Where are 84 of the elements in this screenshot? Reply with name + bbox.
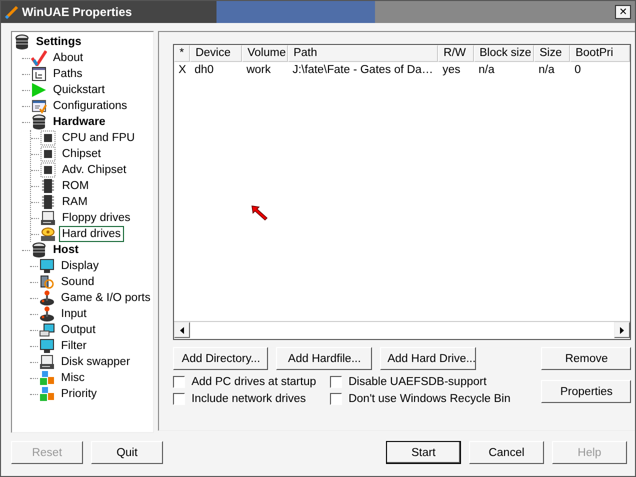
column-header[interactable]: Volume (242, 45, 288, 62)
table-cell-text: work (245, 63, 272, 78)
tree-item[interactable]: Quickstart (50, 82, 108, 98)
table-cell-text: dh0 (193, 63, 215, 78)
config-window-icon (31, 98, 47, 114)
column-header[interactable]: Path (288, 45, 438, 62)
checkbox[interactable] (330, 376, 342, 388)
checkbox[interactable] (173, 393, 186, 405)
column-header[interactable]: Block size (474, 45, 534, 62)
tree-item[interactable]: Filter (58, 338, 90, 354)
tree-item[interactable]: Hardware (50, 114, 108, 130)
button[interactable]: Add Hardfile... (276, 347, 372, 370)
tree-item[interactable]: Misc (58, 370, 88, 386)
joystick-icon (39, 306, 55, 322)
button[interactable]: Add Hard Drive... (380, 347, 476, 370)
checkbox-label[interactable]: Include network drives (191, 393, 306, 405)
memory-chip-icon (40, 178, 56, 194)
arrow-cursor-icon (251, 205, 270, 221)
drive-icon (40, 210, 56, 226)
button[interactable]: Add Directory... (173, 347, 268, 370)
button[interactable]: Start (386, 441, 461, 464)
column-header[interactable]: BootPri (570, 45, 630, 62)
checkbox-label[interactable]: Disable UAEFSDB-support (348, 376, 487, 388)
column-header[interactable]: Device (190, 45, 242, 62)
scroll-left-button[interactable] (174, 322, 190, 338)
column-header[interactable]: Size (534, 45, 570, 62)
table-cell-text: X (177, 63, 188, 78)
blocks-icon (39, 370, 55, 386)
disk-stack-icon (31, 114, 47, 130)
tree-item[interactable]: Input (58, 306, 90, 322)
button[interactable]: Remove (541, 347, 632, 370)
disk-stack-icon (31, 242, 47, 258)
tree-item[interactable]: Disk swapper (58, 354, 134, 370)
button[interactable]: Quit (91, 441, 163, 464)
scroll-right-button[interactable] (614, 322, 630, 338)
disk-stack-icon (14, 34, 30, 50)
document-icon (31, 66, 47, 82)
tree-item[interactable]: Chipset (59, 146, 104, 162)
joystick-icon (39, 290, 55, 306)
close-button[interactable]: ✕ (615, 5, 631, 19)
tree-item[interactable]: RAM (59, 194, 91, 210)
tree-item[interactable]: Host (50, 242, 82, 258)
brush-icon (5, 5, 19, 19)
monitor-icon (39, 258, 55, 274)
tree-item[interactable]: Hard drives (59, 226, 124, 242)
checkmark-icon (31, 50, 47, 66)
play-icon (31, 82, 47, 98)
tree-item[interactable]: ROM (59, 178, 92, 194)
checkbox[interactable] (173, 376, 186, 388)
tree-item[interactable]: Settings (33, 34, 84, 50)
tree-item[interactable]: Floppy drives (59, 210, 134, 226)
table-cell-text: 0 (573, 63, 582, 78)
tree-item[interactable]: Sound (58, 274, 98, 290)
table-cell-text: n/a (477, 63, 496, 78)
checkbox[interactable] (330, 393, 342, 405)
column-header[interactable]: * (174, 45, 190, 62)
tree-item[interactable]: About (50, 50, 86, 66)
table-cell-text: J:\fate\Fate - Gates of Da… (291, 63, 434, 78)
memory-chip-icon (40, 194, 56, 210)
speaker-icon (39, 274, 55, 290)
button[interactable]: Properties (541, 380, 632, 403)
tree-item[interactable]: Paths (50, 66, 86, 82)
printer-monitor-icon (39, 322, 55, 338)
tree-item[interactable]: Configurations (50, 98, 130, 114)
table-row[interactable]: X dh0 work J:\fate\Fate - Gates of Da… yes n/a n/a 0 (174, 62, 630, 79)
button[interactable]: Cancel (469, 441, 544, 464)
tree-item[interactable]: CPU and FPU (59, 130, 138, 146)
hard-drive-icon (40, 226, 56, 242)
window-title: WinUAE Properties (21, 5, 132, 19)
tree-item[interactable]: Adv. Chipset (59, 162, 130, 178)
table-cell-text: yes (441, 63, 462, 78)
monitor-icon (39, 338, 55, 354)
checkbox-label[interactable]: Don't use Windows Recycle Bin (348, 393, 510, 405)
checkbox-label[interactable]: Add PC drives at startup (191, 376, 316, 388)
blocks-icon (39, 386, 55, 402)
drive-icon (39, 354, 55, 370)
caret-left-icon (180, 326, 184, 334)
tree-item[interactable]: Display (58, 258, 102, 274)
table-cell-text: n/a (537, 63, 556, 78)
tree-item[interactable]: Priority (58, 386, 100, 402)
tree-item[interactable]: Output (58, 322, 99, 338)
caret-right-icon (620, 326, 624, 334)
column-header[interactable]: R/W (438, 45, 474, 62)
tree-item[interactable]: Game & I/O ports (58, 290, 154, 306)
